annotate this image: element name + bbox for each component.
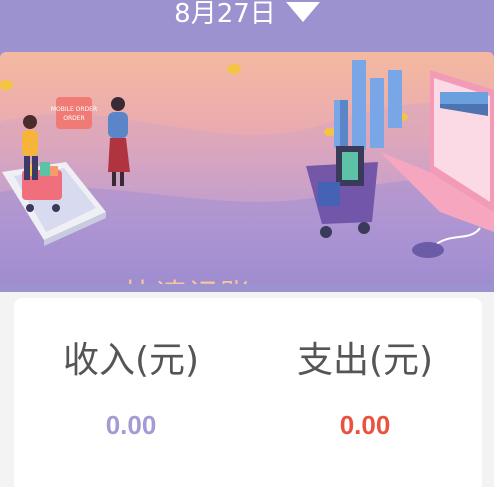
app-screen: 8月27日 MOBILE ORDER ORDER 收入(元) 0.00 支出(元…: [0, 0, 494, 487]
income-value: 0.00: [105, 410, 157, 440]
date-label[interactable]: 8月27日: [174, 0, 276, 29]
caret-down-icon[interactable]: [285, 2, 320, 22]
expense-value: 0.00: [339, 410, 391, 440]
expense-column[interactable]: 支出(元) 0.00: [248, 298, 482, 440]
banner-illustration: MOBILE ORDER ORDER: [0, 60, 494, 284]
quick-booking-banner[interactable]: MOBILE ORDER ORDER: [0, 52, 494, 284]
income-label: 收入(元): [62, 340, 200, 381]
mobile-order-sign: MOBILE ORDER: [51, 106, 97, 113]
banner-title: 快速记账: [124, 270, 252, 284]
svg-text:ORDER: ORDER: [63, 115, 84, 122]
expense-label: 支出(元): [296, 340, 434, 381]
income-column[interactable]: 收入(元) 0.00: [14, 298, 248, 440]
summary-card: 收入(元) 0.00 支出(元) 0.00: [14, 298, 482, 487]
date-selector[interactable]: 8月27日: [0, 0, 494, 40]
